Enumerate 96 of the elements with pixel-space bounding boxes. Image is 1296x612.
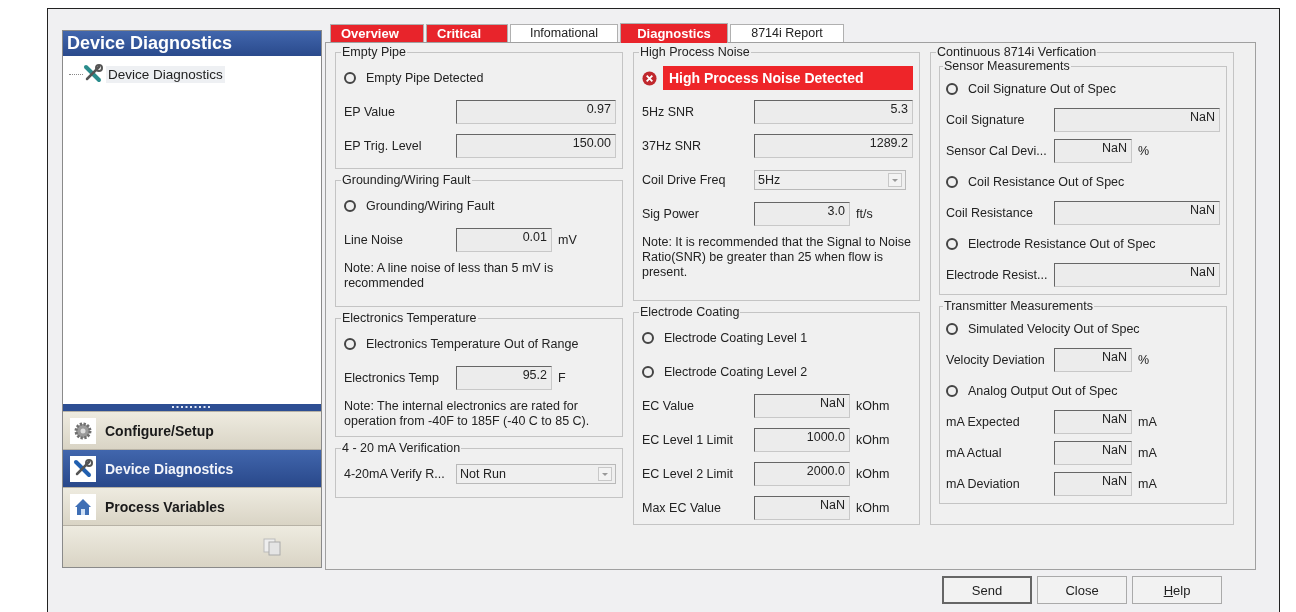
value-field: 0.01 [456,228,552,252]
dialog-button[interactable]: Send [942,576,1032,604]
gear-icon [73,420,93,441]
field-label: EC Value [642,399,695,413]
unit-label: kOhm [856,467,890,481]
note-text: Note: The internal electronics are rated for operation from -40F to 185F (-40 C to 85 C). [344,399,591,429]
field-label: 37Hz SNR [642,139,703,153]
house-icon [73,496,93,517]
indicator-label: Simulated Velocity Out of Spec [968,321,1140,336]
field-label: mA Deviation [946,476,1021,491]
value-field: 0.97 [456,100,616,124]
nav-button[interactable]: Process Variables [63,487,321,525]
tab[interactable]: Infomational [510,24,618,42]
value-field: NaN [754,394,850,418]
group-title: 4 - 20 mA Verification [341,441,462,455]
nav-button[interactable]: Device Diagnostics [63,449,321,487]
splitter-grip[interactable] [172,406,212,409]
value-field: NaN [754,496,850,520]
indicator-label: Coil Resistance Out of Spec [968,174,1125,189]
value-field: 1289.2 [754,134,913,158]
value-field: 150.00 [456,134,616,158]
group-title: High Process Noise [639,45,751,59]
field-label: Electronics Temp [344,371,440,385]
group-title: Electronics Temperature [341,311,478,325]
group-title: Electrode Coating [639,305,741,319]
value-field: NaN [1054,347,1132,372]
field-label: EP Trig. Level [344,139,423,153]
unit-label: kOhm [856,501,890,515]
field-label: Coil Resistance [946,205,1034,220]
indicator-label: Electrode Coating Level 2 [664,365,808,379]
indicator-label: Electronics Temperature Out of Range [366,337,579,351]
note-text: Note: It is recommended that the Signal to Noise Ratio(SNR) be greater than 25 when flow is present. [642,235,912,280]
tools-icon [83,64,103,84]
note-text: Note: A line noise of less than 5 mV is recommended [344,261,555,291]
unit-label: kOhm [856,433,890,447]
value-field: NaN [1054,200,1220,225]
value-field: NaN [1054,440,1132,465]
field-label: Line Noise [344,233,405,247]
field-label: 5Hz SNR [642,105,696,119]
alarm-text: High Process Noise Detected [663,66,913,90]
dropdown[interactable]: 5Hz [754,170,906,190]
field-label: EC Level 2 Limit [642,467,734,481]
dialog-button[interactable]: Help [1132,576,1222,604]
value-field: NaN [1054,409,1132,434]
unit-label: % [1138,352,1150,367]
group-title: Continuous 8714i Verfication [936,45,1098,59]
field-label: EP Value [344,105,396,119]
field-label: Max EC Value [642,501,722,515]
value-field: 5.3 [754,100,913,124]
field-label: 4-20mA Verify R... [344,467,446,481]
group-title: Grounding/Wiring Fault [341,173,472,187]
unit-label: F [558,371,566,385]
tab[interactable]: Diagnostics [620,23,728,43]
value-field: 3.0 [754,202,850,226]
panel-title: Device Diagnostics [67,33,233,54]
group-title: Sensor Measurements [943,59,1071,73]
field-label: Coil Signature [946,112,1026,127]
indicator-label: Coil Signature Out of Spec [968,81,1116,96]
error-icon [642,70,657,86]
field-label: mA Expected [946,414,1021,429]
group-title: Transmitter Measurements [943,299,1094,313]
field-label: Velocity Deviation [946,352,1046,367]
value-field: NaN [1054,262,1220,287]
field-label: Sensor Cal Devi... [946,143,1048,158]
value-field: 1000.0 [754,428,850,452]
indicator-label: Grounding/Wiring Fault [366,199,495,213]
dropdown[interactable]: Not Run [456,464,616,484]
value-field: NaN [1054,471,1132,496]
unit-label: ft/s [856,207,873,221]
tab[interactable]: Overview [330,24,424,42]
field-label: mA Actual [946,445,1003,460]
unit-label: kOhm [856,399,890,413]
unit-label: mA [1138,476,1157,491]
field-label: Sig Power [642,207,700,221]
value-field: 2000.0 [754,462,850,486]
indicator-label: Electrode Resistance Out of Spec [968,236,1156,251]
dialog-button[interactable]: Close [1037,576,1127,604]
value-field: NaN [1054,138,1132,163]
unit-label: mA [1138,414,1157,429]
tools-icon [73,458,93,479]
value-field: NaN [1054,107,1220,132]
nav-button[interactable]: Configure/Setup [63,411,321,449]
indicator-label: Empty Pipe Detected [366,71,484,85]
tree-item[interactable]: Device Diagnostics [106,65,225,83]
field-label: EC Level 1 Limit [642,433,734,447]
field-label: Coil Drive Freq [642,173,727,187]
tab[interactable]: 8714i Report [730,24,844,42]
value-field: 95.2 [456,366,552,390]
unit-label: mV [558,233,577,247]
field-label: Electrode Resist... [946,267,1049,282]
unit-label: % [1138,143,1150,158]
unit-label: mA [1138,445,1157,460]
indicator-label: Analog Output Out of Spec [968,383,1118,398]
tab[interactable]: Critical [426,24,508,42]
indicator-label: Electrode Coating Level 1 [664,331,808,345]
group-title: Empty Pipe [341,45,407,59]
